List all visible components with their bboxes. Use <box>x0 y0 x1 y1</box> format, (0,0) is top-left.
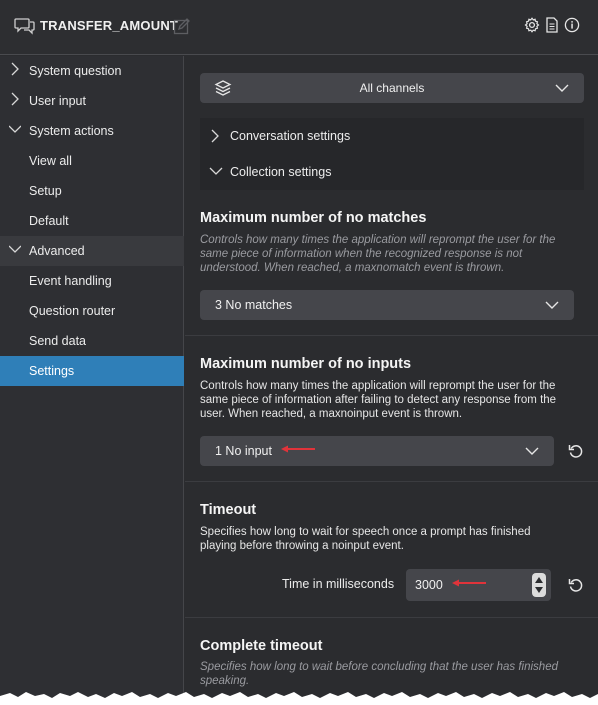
no-matches-title: Maximum number of no matches <box>200 210 427 226</box>
sidebar-item-label: Setup <box>29 184 62 198</box>
chevron-right-icon <box>211 129 219 143</box>
chevron-right-icon <box>11 92 19 106</box>
sidebar-item-user-input[interactable]: User input <box>0 86 184 116</box>
timeout-value: 3000 <box>415 578 443 592</box>
channels-select-value: All channels <box>359 81 425 95</box>
timeout-description: Specifies how long to wait for speech on… <box>200 526 531 552</box>
complete-timeout-description: Specifies how long to wait before conclu… <box>200 661 558 687</box>
no-inputs-title: Maximum number of no inputs <box>200 356 412 372</box>
sidebar-item-advanced[interactable]: Advanced <box>0 236 184 266</box>
chevron-down-icon <box>9 245 21 253</box>
sidebar-item-label: Send data <box>29 334 86 348</box>
header-bar: TRANSFER_AMOUNT <box>0 0 598 55</box>
gear-icon[interactable] <box>524 17 540 33</box>
sidebar-item-default[interactable]: Default <box>0 206 184 236</box>
chevron-right-icon <box>11 62 19 76</box>
sidebar-item-label: Default <box>29 214 69 228</box>
time-field-label: Time in milliseconds <box>282 577 395 591</box>
chevron-down-icon <box>9 125 21 133</box>
complete-timeout-title: Complete timeout <box>200 638 323 654</box>
reset-icon[interactable] <box>568 577 584 593</box>
info-icon[interactable] <box>564 17 580 33</box>
no-inputs-value: 1 No input <box>215 444 272 458</box>
accordion-label: Collection settings <box>230 165 332 179</box>
sidebar-item-question-router[interactable]: Question router <box>0 296 184 326</box>
sidebar-item-settings[interactable]: Settings <box>0 356 184 386</box>
sidebar-item-label: System question <box>29 64 122 78</box>
edit-icon[interactable] <box>173 17 191 35</box>
channels-select[interactable]: All channels <box>200 73 584 103</box>
main-content: All channels Conversation settings Colle… <box>185 56 598 705</box>
annotation-arrow-icon <box>281 445 315 453</box>
section-divider <box>185 335 598 336</box>
quantity-stepper[interactable] <box>532 573 546 597</box>
chevron-down-icon <box>545 301 559 309</box>
sidebar-item-label: Settings <box>29 364 75 378</box>
sidebar: System question User input System action… <box>0 56 184 705</box>
annotation-arrow-icon <box>452 579 486 587</box>
section-divider <box>185 617 598 618</box>
reset-icon[interactable] <box>568 443 584 459</box>
chat-icon <box>14 18 35 35</box>
chevron-down-icon <box>209 167 223 175</box>
accordion-label: Conversation settings <box>230 129 351 143</box>
sidebar-item-label: System actions <box>29 124 114 138</box>
no-matches-value: 3 No matches <box>215 298 293 312</box>
sidebar-item-setup[interactable]: Setup <box>0 176 184 206</box>
stepper-up-icon[interactable] <box>535 577 543 583</box>
accordion-collection-settings[interactable]: Collection settings <box>200 154 584 190</box>
document-icon[interactable] <box>544 17 560 33</box>
sidebar-item-label: Event handling <box>29 274 112 288</box>
accordion-conversation-settings[interactable]: Conversation settings <box>200 118 584 154</box>
sidebar-item-label: View all <box>29 154 72 168</box>
no-matches-dropdown[interactable]: 3 No matches <box>200 290 574 320</box>
chevron-down-icon <box>525 447 539 455</box>
sidebar-item-system-question[interactable]: System question <box>0 56 184 86</box>
torn-edge <box>0 692 598 705</box>
sidebar-item-label: Advanced <box>29 244 85 258</box>
sidebar-item-system-actions[interactable]: System actions <box>0 116 184 146</box>
no-inputs-description: Controls how many times the application … <box>200 380 557 420</box>
sidebar-item-view-all[interactable]: View all <box>0 146 184 176</box>
no-inputs-dropdown[interactable]: 1 No input <box>200 436 554 466</box>
no-matches-description: Controls how many times the application … <box>200 234 556 274</box>
timeout-title: Timeout <box>200 502 257 518</box>
sidebar-item-label: Question router <box>29 304 116 318</box>
sidebar-item-label: User input <box>29 94 86 108</box>
sidebar-item-event-handling[interactable]: Event handling <box>0 266 184 296</box>
page-title: TRANSFER_AMOUNT <box>40 18 179 33</box>
sidebar-item-send-data[interactable]: Send data <box>0 326 184 356</box>
settings-accordion: Conversation settings Collection setting… <box>200 118 584 190</box>
chevron-down-icon <box>555 84 569 92</box>
stepper-down-icon[interactable] <box>535 587 543 593</box>
section-divider <box>185 481 598 482</box>
